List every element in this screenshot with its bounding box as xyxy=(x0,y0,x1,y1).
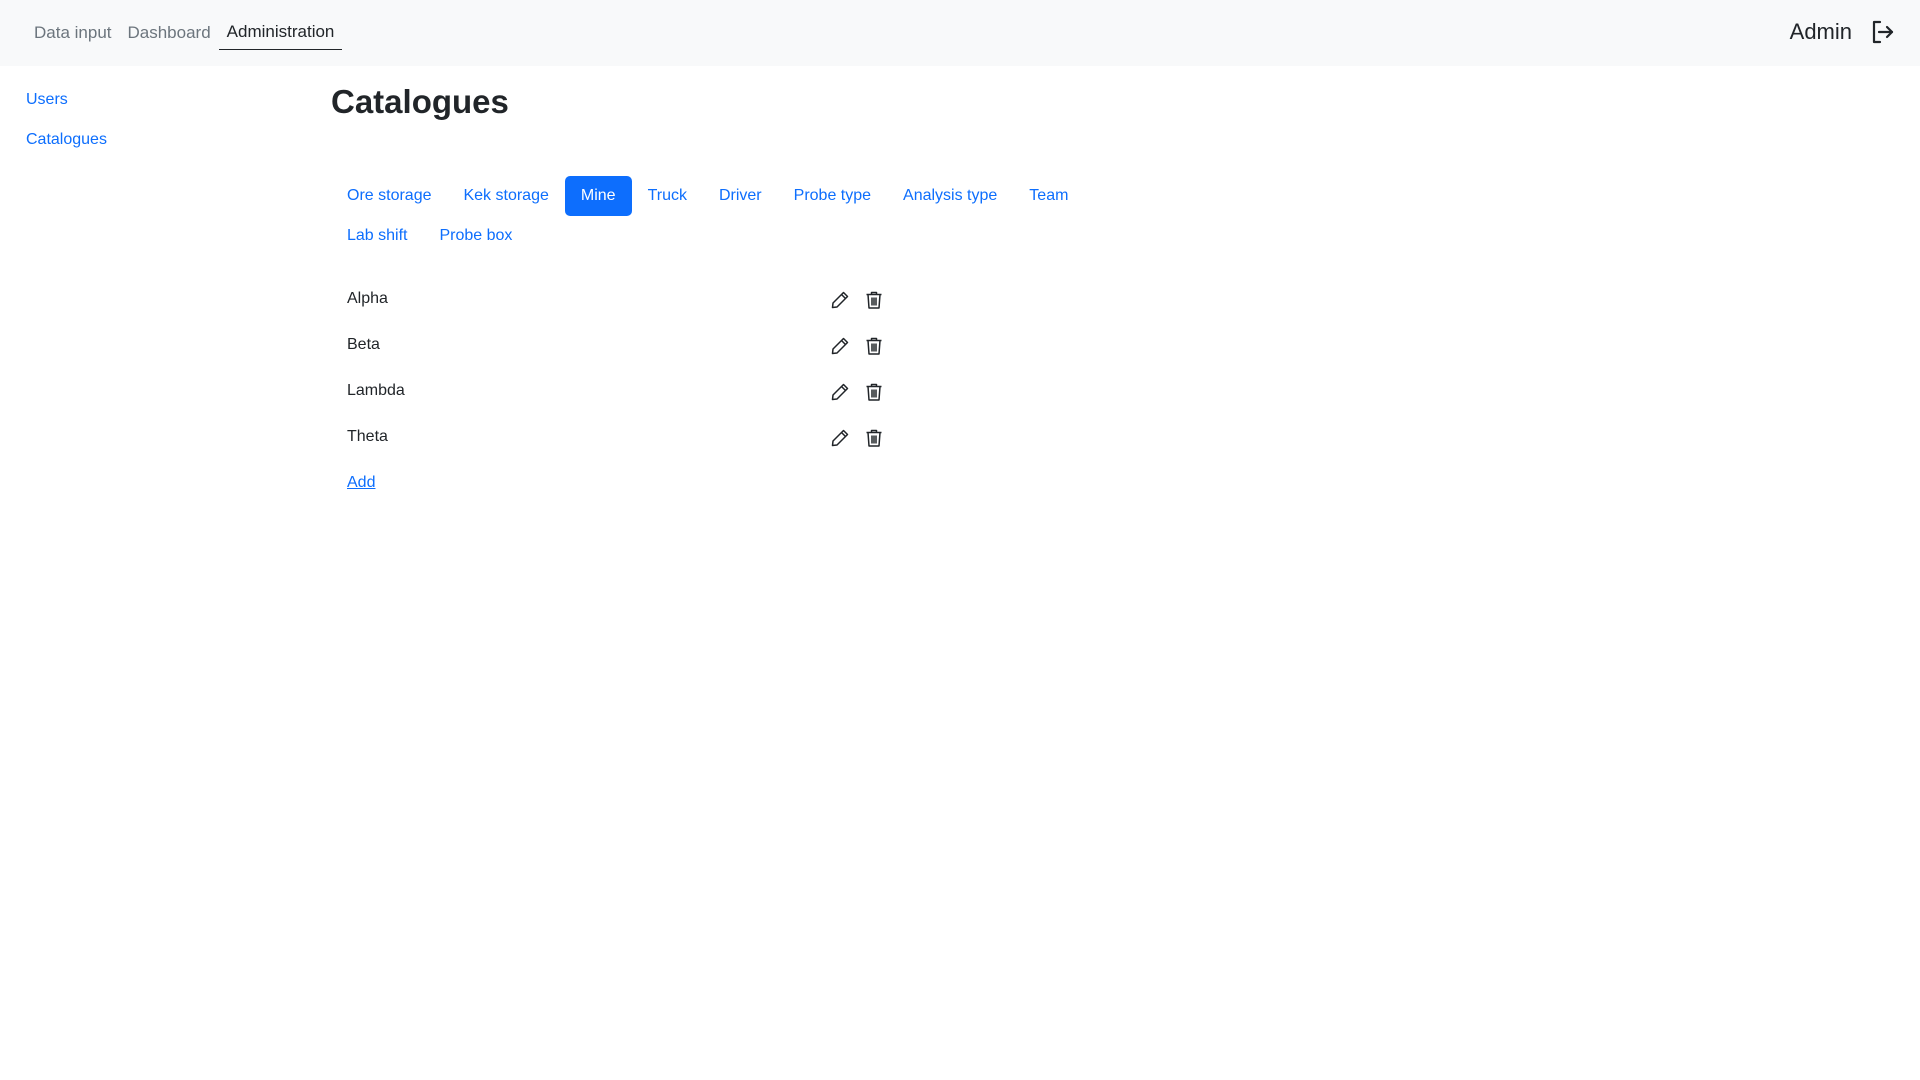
pencil-icon[interactable] xyxy=(829,335,851,357)
user-area: Admin xyxy=(1790,14,1900,50)
tab-team[interactable]: Team xyxy=(1013,176,1084,216)
item-name: Alpha xyxy=(347,290,388,307)
tab-analysis-type[interactable]: Analysis type xyxy=(887,176,1013,216)
sidebar-item-catalogues[interactable]: Catalogues xyxy=(26,130,107,150)
tab-kek-storage[interactable]: Kek storage xyxy=(447,176,564,216)
catalogue-item-list: Alpha Beta Lambda Theta Add xyxy=(347,288,907,494)
pencil-icon[interactable] xyxy=(829,381,851,403)
tab-driver[interactable]: Driver xyxy=(703,176,778,216)
nav-data-input[interactable]: Data input xyxy=(26,17,120,50)
tab-ore-storage[interactable]: Ore storage xyxy=(331,176,447,216)
item-name: Lambda xyxy=(347,382,405,399)
pencil-icon[interactable] xyxy=(829,427,851,449)
list-item: Lambda xyxy=(347,380,907,426)
logout-icon[interactable] xyxy=(1866,15,1900,49)
top-navbar: Data input Dashboard Administration Admi… xyxy=(0,0,1920,66)
catalogue-tabs: Ore storage Kek storage Mine Truck Drive… xyxy=(331,176,1091,256)
trash-icon[interactable] xyxy=(863,289,885,311)
item-actions xyxy=(829,335,885,357)
sidebar-item-users[interactable]: Users xyxy=(26,90,107,110)
item-actions xyxy=(829,381,885,403)
item-name: Beta xyxy=(347,336,380,353)
sidebar: Users Catalogues xyxy=(26,90,107,170)
list-item: Alpha xyxy=(347,288,907,334)
tab-mine[interactable]: Mine xyxy=(564,176,632,216)
pencil-icon[interactable] xyxy=(829,289,851,311)
tab-probe-type[interactable]: Probe type xyxy=(778,176,887,216)
user-name: Admin xyxy=(1789,19,1852,44)
list-item: Theta xyxy=(347,426,907,472)
main-content: Catalogues Ore storage Kek storage Mine … xyxy=(331,80,1531,491)
main-nav: Data input Dashboard Administration xyxy=(26,16,343,50)
item-actions xyxy=(829,427,885,449)
tab-truck[interactable]: Truck xyxy=(632,176,703,216)
tab-lab-shift[interactable]: Lab shift xyxy=(331,216,423,256)
nav-dashboard[interactable]: Dashboard xyxy=(120,17,219,50)
trash-icon[interactable] xyxy=(863,381,885,403)
trash-icon[interactable] xyxy=(863,427,885,449)
trash-icon[interactable] xyxy=(863,335,885,357)
tab-probe-box[interactable]: Probe box xyxy=(423,216,528,256)
item-actions xyxy=(829,289,885,311)
nav-administration[interactable]: Administration xyxy=(218,16,343,50)
page-title: Catalogues xyxy=(331,83,509,120)
list-item: Beta xyxy=(347,334,907,380)
item-name: Theta xyxy=(347,428,388,445)
add-item-link[interactable]: Add xyxy=(347,472,375,494)
